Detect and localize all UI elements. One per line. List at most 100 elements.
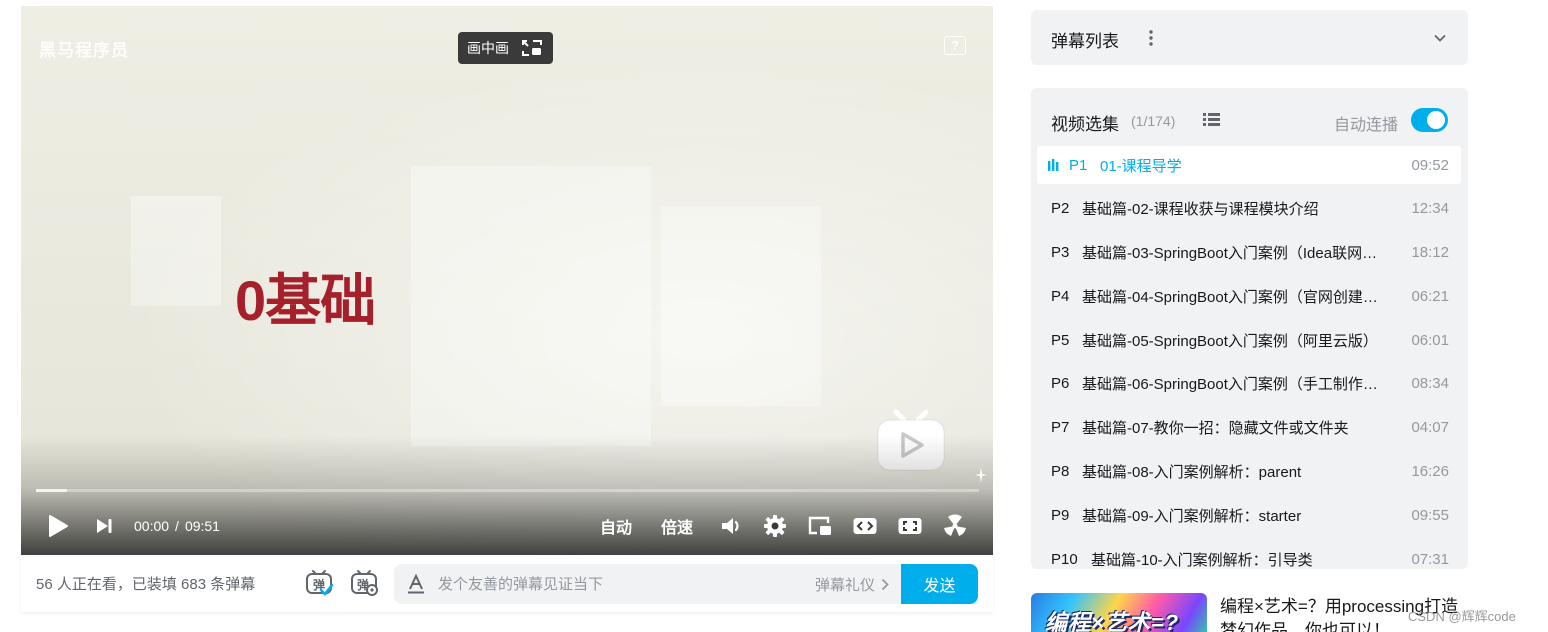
- time-separator: /: [175, 518, 179, 534]
- video-background-shape: [411, 166, 651, 446]
- danmaku-list-title: 弹幕列表: [1051, 32, 1119, 51]
- sparkle-icon[interactable]: [972, 466, 988, 484]
- pip-icon: [522, 40, 542, 56]
- episode-index: P4: [1051, 287, 1070, 305]
- episode-duration: 12:34: [1411, 200, 1449, 218]
- danmaku-etiquette-link[interactable]: 弹幕礼仪: [815, 564, 889, 604]
- episode-item[interactable]: P1 01-课程导学 09:52: [1037, 146, 1461, 184]
- episode-item[interactable]: P8 基础篇-08-入门案例解析：parent 16:26: [1037, 453, 1461, 491]
- next-icon: [97, 519, 112, 533]
- help-icon[interactable]: ?: [944, 36, 966, 55]
- gear-icon: [764, 515, 786, 537]
- episode-item[interactable]: P5 基础篇-05-SpringBoot入门案例（阿里云版） 06:01: [1037, 321, 1461, 359]
- episode-duration: 16:26: [1411, 463, 1449, 481]
- episode-index: P2: [1051, 200, 1070, 218]
- text-style-icon[interactable]: [405, 573, 427, 595]
- episode-index: P9: [1051, 506, 1070, 524]
- time-display: 00:00 / 09:51: [134, 506, 234, 546]
- episode-duration: 06:01: [1411, 331, 1449, 349]
- episode-index: P6: [1051, 375, 1070, 393]
- more-vertical-icon[interactable]: [1147, 29, 1155, 47]
- episode-item[interactable]: P9 基础篇-09-入门案例解析：starter 09:55: [1037, 496, 1461, 534]
- video-background-shape: [131, 196, 221, 306]
- danmaku-input-box: 弹幕礼仪: [394, 564, 901, 604]
- episode-duration: 09:52: [1411, 156, 1449, 174]
- episode-title: 基础篇-05-SpringBoot入门案例（阿里云版）: [1082, 332, 1378, 350]
- time-total: 09:51: [184, 518, 220, 534]
- danmaku-list-panel[interactable]: 弹幕列表: [1031, 10, 1468, 65]
- fullscreen-button[interactable]: [942, 506, 968, 546]
- volume-button[interactable]: [718, 506, 744, 546]
- chevron-right-icon: [881, 578, 889, 590]
- list-view-icon[interactable]: [1203, 112, 1220, 127]
- danmaku-send-bar: 56 人正在看，已装填 683 条弹幕 弹 弹 弹幕礼仪 发送: [21, 555, 993, 612]
- play-icon: [49, 515, 68, 537]
- chevron-down-icon[interactable]: [1432, 30, 1448, 46]
- widescreen-icon: [853, 518, 877, 534]
- csdn-watermark: CSDN @辉辉code: [1408, 609, 1516, 624]
- episode-item[interactable]: P4 基础篇-04-SpringBoot入门案例（官网创建版） 06:21: [1037, 277, 1461, 315]
- video-player[interactable]: 黑马程序员 画中画 ? 0基础 00:00 / 09:51 自动 倍速: [21, 6, 993, 555]
- episode-title: 基础篇-10-入门案例解析：引导类: [1091, 551, 1313, 569]
- episode-item[interactable]: P3 基础篇-03-SpringBoot入门案例（Idea联网版） 18:12: [1037, 234, 1461, 272]
- progress-bar[interactable]: [36, 489, 979, 492]
- episode-duration: 06:21: [1411, 287, 1449, 305]
- episode-title: 基础篇-07-教你一招：隐藏文件或文件夹: [1082, 420, 1349, 438]
- mini-window-icon: [808, 516, 831, 535]
- svg-text:弹: 弹: [313, 577, 325, 592]
- auto-quality-button[interactable]: 自动: [596, 506, 636, 546]
- episode-list-panel: 视频选集 (1/174) 自动连播 P1 01-课程导学 09:52 P2 基础篇-02…: [1031, 88, 1468, 569]
- video-background-shape: [661, 206, 821, 406]
- now-playing-icon: [1048, 159, 1059, 171]
- danmaku-input[interactable]: [438, 564, 758, 604]
- volume-icon: [722, 518, 739, 534]
- episode-duration: 18:12: [1411, 244, 1449, 262]
- episode-index: P1: [1069, 156, 1088, 174]
- episode-index: P3: [1051, 244, 1070, 262]
- episode-index: P7: [1051, 419, 1070, 437]
- episode-title: 基础篇-09-入门案例解析：starter: [1082, 507, 1302, 525]
- time-current: 00:00: [134, 518, 170, 534]
- next-button[interactable]: [93, 506, 115, 546]
- autoplay-label: 自动连播: [1333, 117, 1398, 134]
- episode-title: 基础篇-08-入门案例解析：parent: [1082, 464, 1302, 482]
- toggle-knob: [1427, 111, 1445, 129]
- play-button[interactable]: [45, 506, 71, 546]
- episode-index: P10: [1051, 550, 1078, 568]
- episode-title: 基础篇-04-SpringBoot入门案例（官网创建版）: [1082, 288, 1391, 306]
- episode-title: 基础篇-02-课程收获与课程模块介绍: [1082, 201, 1319, 219]
- video-caption-text: 0基础: [235, 269, 376, 332]
- player-controls: 00:00 / 09:51 自动 倍速: [21, 506, 993, 546]
- thumbnail-text: 编程×艺术=?: [1045, 610, 1180, 632]
- episode-duration: 04:07: [1411, 419, 1449, 437]
- episode-count: (1/174): [1131, 113, 1176, 129]
- autoplay-toggle[interactable]: [1411, 108, 1448, 132]
- mini-player-button[interactable]: [807, 506, 833, 546]
- episode-panel-title: 视频选集: [1051, 115, 1119, 134]
- episode-duration: 09:55: [1411, 506, 1449, 524]
- settings-button[interactable]: [762, 506, 788, 546]
- widescreen-button[interactable]: [852, 506, 878, 546]
- episode-index: P8: [1051, 463, 1070, 481]
- episode-title: 基础篇-06-SpringBoot入门案例（手工制作版）: [1082, 376, 1391, 394]
- picture-in-picture-button[interactable]: 画中画: [458, 32, 553, 64]
- web-fullscreen-icon: [898, 518, 922, 534]
- fullscreen-icon: [944, 514, 966, 536]
- playback-speed-button[interactable]: 倍速: [657, 506, 697, 546]
- episode-list: P1 01-课程导学 09:52 P2 基础篇-02-课程收获与课程模块介绍 12:34 P…: [1037, 146, 1461, 569]
- episode-item[interactable]: P2 基础篇-02-课程收获与课程模块介绍 12:34: [1037, 190, 1461, 228]
- etiquette-label: 弹幕礼仪: [814, 576, 875, 594]
- episode-item[interactable]: P6 基础篇-06-SpringBoot入门案例（手工制作版） 08:34: [1037, 365, 1461, 403]
- progress-buffered: [36, 489, 67, 492]
- episode-title: 01-课程导学: [1100, 157, 1182, 175]
- pip-label: 画中画: [467, 40, 509, 56]
- episode-panel-header: 视频选集 (1/174) 自动连播: [1051, 108, 1448, 134]
- episode-item[interactable]: P7 基础篇-07-教你一招：隐藏文件或文件夹 04:07: [1037, 409, 1461, 447]
- episode-item[interactable]: P10 基础篇-10-入门案例解析：引导类 07:31: [1037, 540, 1461, 569]
- send-danmaku-button[interactable]: 发送: [901, 564, 978, 604]
- danmaku-toggle-icon[interactable]: 弹: [304, 568, 334, 598]
- episode-title: 基础篇-03-SpringBoot入门案例（Idea联网版）: [1082, 245, 1391, 263]
- recommended-video-thumbnail[interactable]: 编程×艺术=?: [1031, 593, 1207, 632]
- web-fullscreen-button[interactable]: [897, 506, 923, 546]
- danmaku-settings-icon[interactable]: 弹: [349, 568, 379, 598]
